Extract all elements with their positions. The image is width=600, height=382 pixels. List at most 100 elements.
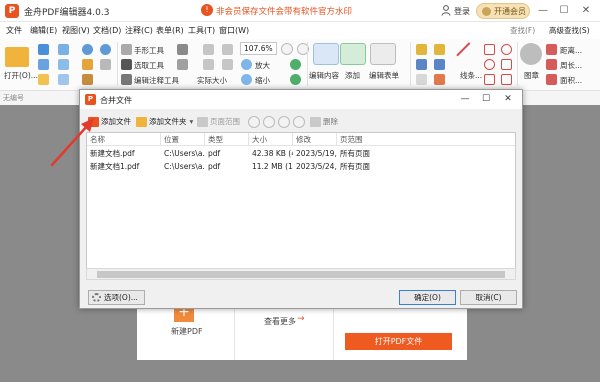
dialog-close-button[interactable]: ✕ bbox=[499, 92, 517, 107]
undo-icon[interactable] bbox=[82, 44, 93, 55]
login-link[interactable]: 登录 bbox=[454, 6, 470, 17]
cut-icon[interactable] bbox=[82, 59, 93, 70]
add-folder-button[interactable]: 添加文件夹 ▾ bbox=[136, 114, 193, 130]
find-button[interactable]: 查找(F) bbox=[510, 25, 535, 36]
refresh-icon[interactable] bbox=[290, 74, 301, 85]
highlight-icon[interactable] bbox=[434, 74, 445, 85]
new-icon[interactable] bbox=[38, 44, 49, 55]
menu-tools[interactable]: 工具(T) bbox=[188, 25, 215, 36]
zoom-out-button[interactable]: 缩小 bbox=[255, 75, 270, 86]
advanced-find-button[interactable]: 高级查找(S) bbox=[549, 25, 590, 36]
menu-comment[interactable]: 注释(C) bbox=[125, 25, 153, 36]
distance-button[interactable]: 距离... bbox=[560, 45, 582, 56]
perimeter-button[interactable]: 周长... bbox=[560, 60, 582, 71]
copy-icon[interactable] bbox=[100, 59, 111, 70]
stamp-button[interactable]: 图章 bbox=[524, 70, 539, 81]
menu-edit[interactable]: 编辑(E) bbox=[30, 25, 57, 36]
edit-form-icon[interactable] bbox=[370, 43, 396, 65]
edit-content-button[interactable]: 编辑内容 bbox=[309, 70, 339, 81]
add-icon[interactable] bbox=[340, 43, 366, 65]
cell-page-range[interactable]: 所有页面 bbox=[337, 160, 397, 173]
single-page-icon[interactable] bbox=[222, 44, 233, 55]
folder-icon[interactable] bbox=[5, 47, 29, 67]
link-icon[interactable] bbox=[416, 59, 427, 70]
camera-icon[interactable] bbox=[177, 44, 188, 55]
minimize-button[interactable]: — bbox=[535, 3, 551, 19]
move-top-icon[interactable] bbox=[248, 116, 260, 128]
pencil-icon[interactable] bbox=[501, 74, 512, 85]
menu-window[interactable]: 窗口(W) bbox=[219, 25, 249, 36]
line-button[interactable]: 线条... bbox=[460, 70, 482, 81]
file-list-table: 名称 位置 类型 大小 修改 页范围 新建文档.pdf C:\Users\a..… bbox=[86, 132, 516, 280]
page-range-button[interactable]: 页面范围 bbox=[197, 114, 240, 130]
zoom-in-button[interactable]: 放大 bbox=[255, 60, 270, 71]
ellipse-icon[interactable] bbox=[501, 44, 512, 55]
dialog-minimize-button[interactable]: — bbox=[456, 92, 474, 107]
polygon-icon[interactable] bbox=[501, 59, 512, 70]
menu-file[interactable]: 文件 bbox=[6, 25, 22, 36]
properties-icon[interactable] bbox=[38, 74, 49, 85]
edit-form-button[interactable]: 编辑表单 bbox=[369, 70, 399, 81]
menu-document[interactable]: 文档(D) bbox=[93, 25, 121, 36]
stamp-icon[interactable] bbox=[520, 43, 542, 65]
column-header-size[interactable]: 大小 bbox=[249, 133, 293, 146]
chevron-down-icon[interactable]: ▾ bbox=[190, 117, 194, 126]
zoom-out-icon[interactable] bbox=[241, 74, 252, 85]
column-header-modified[interactable]: 修改 bbox=[293, 133, 337, 146]
print-icon[interactable] bbox=[38, 59, 49, 70]
note-icon[interactable] bbox=[416, 74, 427, 85]
horizontal-scrollbar[interactable] bbox=[86, 268, 516, 280]
zoom-up-icon[interactable] bbox=[281, 43, 293, 55]
area-button[interactable]: 面积... bbox=[560, 75, 582, 86]
menu-view[interactable]: 视图(V) bbox=[62, 25, 90, 36]
export-icon[interactable] bbox=[58, 74, 69, 85]
see-more-link[interactable]: 查看更多 bbox=[264, 316, 296, 327]
attach-icon[interactable] bbox=[434, 59, 445, 70]
fit-width-icon[interactable] bbox=[203, 44, 214, 55]
move-down-icon[interactable] bbox=[278, 116, 290, 128]
cancel-button[interactable]: 取消(C) bbox=[460, 290, 517, 305]
delete-button[interactable]: 删除 bbox=[310, 114, 338, 130]
new-pdf-label[interactable]: 新建PDF bbox=[171, 326, 203, 337]
zoom-in-icon[interactable] bbox=[241, 59, 252, 70]
maximize-button[interactable]: ☐ bbox=[556, 3, 572, 19]
email-icon[interactable] bbox=[58, 59, 69, 70]
continuous-icon[interactable] bbox=[222, 59, 233, 70]
zoom-select[interactable]: 107.6% bbox=[240, 42, 277, 55]
scrollbar-thumb[interactable] bbox=[97, 271, 505, 278]
arrow-right-icon[interactable]: → bbox=[297, 314, 305, 324]
save-icon[interactable] bbox=[58, 44, 69, 55]
edit-content-icon[interactable] bbox=[313, 43, 339, 65]
column-header-type[interactable]: 类型 bbox=[205, 133, 249, 146]
paste-icon[interactable] bbox=[82, 74, 93, 85]
watermark-notice[interactable]: 非会员保存文件会带有软件官方水印 bbox=[216, 5, 352, 17]
text-icon[interactable] bbox=[416, 44, 427, 55]
move-up-icon[interactable] bbox=[263, 116, 275, 128]
rectangle-icon[interactable] bbox=[484, 44, 495, 55]
hand-tool-button[interactable]: 手形工具 bbox=[134, 45, 164, 56]
user-icon[interactable] bbox=[441, 5, 451, 16]
two-page-icon[interactable] bbox=[203, 59, 214, 70]
cell-page-range[interactable]: 所有页面 bbox=[337, 147, 397, 160]
add-button[interactable]: 添加 bbox=[345, 70, 360, 81]
move-bottom-icon[interactable] bbox=[293, 116, 305, 128]
redo-icon[interactable] bbox=[100, 44, 111, 55]
open-pdf-button[interactable]: 打开PDF文件 bbox=[345, 333, 452, 350]
dialog-maximize-button[interactable]: ☐ bbox=[477, 92, 495, 107]
select-tool-button[interactable]: 选取工具 bbox=[134, 60, 164, 71]
actual-size-button[interactable]: 实际大小 bbox=[197, 75, 227, 86]
menu-form[interactable]: 表单(R) bbox=[156, 25, 184, 36]
column-header-page-range[interactable]: 页范围 bbox=[337, 133, 515, 146]
circle-icon[interactable] bbox=[484, 59, 495, 70]
column-header-location[interactable]: 位置 bbox=[161, 133, 205, 146]
cloud-icon[interactable] bbox=[484, 74, 495, 85]
edit-annotation-tool-button[interactable]: 编辑注释工具 bbox=[134, 75, 179, 86]
close-button[interactable]: ✕ bbox=[578, 3, 594, 19]
open-button[interactable]: 打开(O)... bbox=[4, 70, 38, 81]
rotate-icon[interactable] bbox=[290, 59, 301, 70]
fit-page-icon[interactable] bbox=[177, 59, 188, 70]
ok-button[interactable]: 确定(O) bbox=[399, 290, 456, 305]
options-button[interactable]: 选项(O)... bbox=[88, 290, 145, 305]
textbox-icon[interactable] bbox=[434, 44, 445, 55]
vip-button[interactable]: 开通会员 bbox=[476, 3, 530, 19]
